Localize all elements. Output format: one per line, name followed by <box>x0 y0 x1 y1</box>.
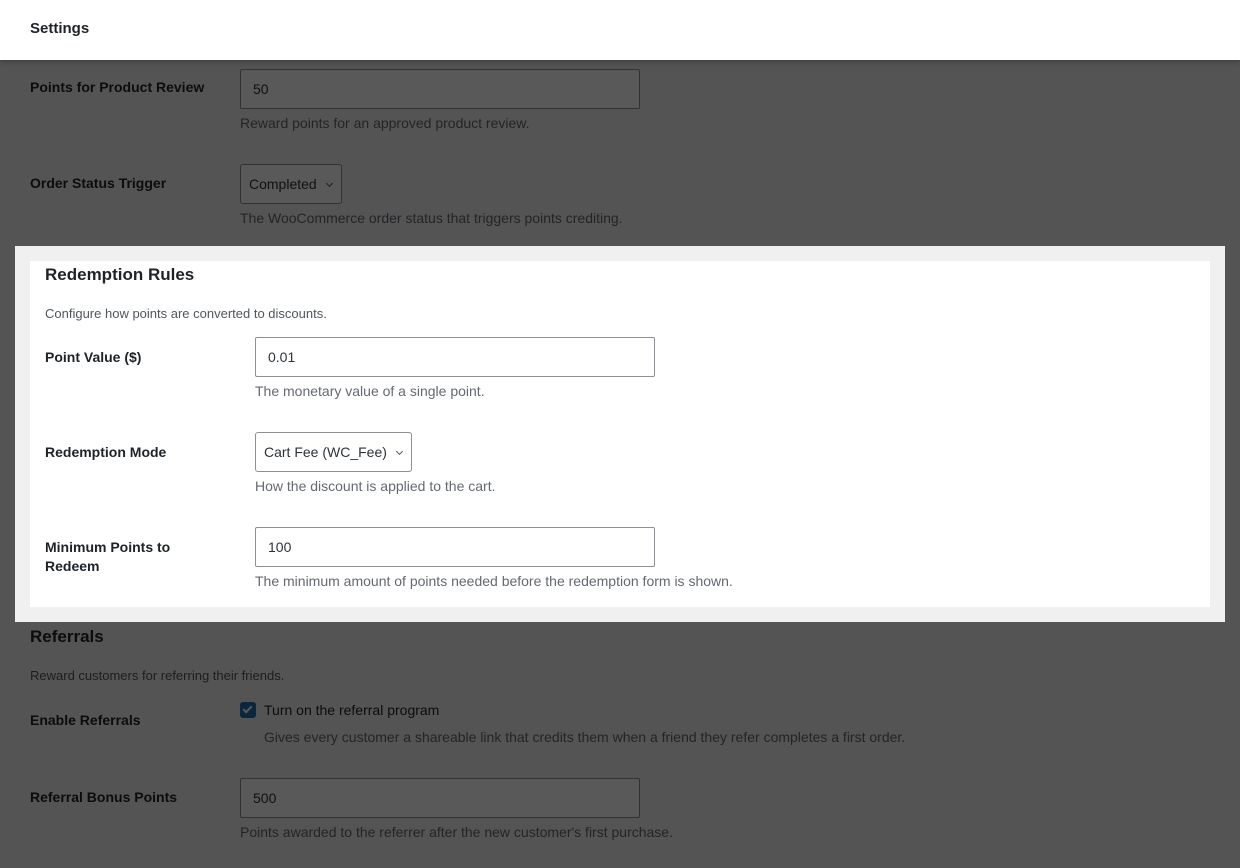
chevron-down-icon <box>395 447 403 456</box>
redemption-rules-section: Redemption Rules Configure how points ar… <box>15 246 1225 622</box>
page-title: Settings <box>30 20 90 37</box>
referral-bonus-label: Referral Bonus Points <box>30 789 178 805</box>
referral-bonus-description: Points awarded to the referrer after the… <box>240 824 673 840</box>
order-status-selected-value: Completed <box>249 176 317 192</box>
order-status-description: The WooCommerce order status that trigge… <box>240 210 623 226</box>
order-status-select[interactable]: Completed <box>240 164 342 204</box>
order-status-label: Order Status Trigger <box>30 175 167 191</box>
minimum-points-input[interactable]: 100 <box>255 527 655 567</box>
referrals-section-description: Reward customers for referring their fri… <box>30 668 285 683</box>
minimum-points-description: The minimum amount of points needed befo… <box>255 573 733 589</box>
checkmark-icon <box>242 703 253 714</box>
enable-referrals-description: Gives every customer a shareable link th… <box>264 729 906 745</box>
enable-referrals-checkbox-label[interactable]: Turn on the referral program <box>264 702 439 718</box>
redemption-mode-label: Redemption Mode <box>45 444 167 460</box>
point-value-description: The monetary value of a single point. <box>255 383 485 399</box>
product-review-input[interactable]: 50 <box>240 69 640 109</box>
settings-page: Settings Points for Product Review 50 Re… <box>0 0 1240 868</box>
chevron-down-icon <box>325 179 333 188</box>
enable-referrals-checkbox[interactable] <box>240 702 256 718</box>
redemption-section-description: Configure how points are converted to di… <box>45 306 327 321</box>
redemption-section-title: Redemption Rules <box>45 265 195 284</box>
enable-referrals-label: Enable Referrals <box>30 712 141 728</box>
redemption-mode-select[interactable]: Cart Fee (WC_Fee) <box>255 432 412 472</box>
product-review-description: Reward points for an approved product re… <box>240 115 530 131</box>
referrals-section-title: Referrals <box>30 627 104 646</box>
minimum-points-label: Minimum Points to Redeem <box>45 539 171 574</box>
product-review-label: Points for Product Review <box>30 79 205 95</box>
referral-bonus-input[interactable]: 500 <box>240 778 640 818</box>
redemption-mode-description: How the discount is applied to the cart. <box>255 478 496 494</box>
redemption-mode-selected-value: Cart Fee (WC_Fee) <box>264 444 387 460</box>
point-value-label: Point Value ($) <box>45 349 142 365</box>
point-value-input[interactable]: 0.01 <box>255 337 655 377</box>
top-bar: Settings <box>0 0 1240 60</box>
